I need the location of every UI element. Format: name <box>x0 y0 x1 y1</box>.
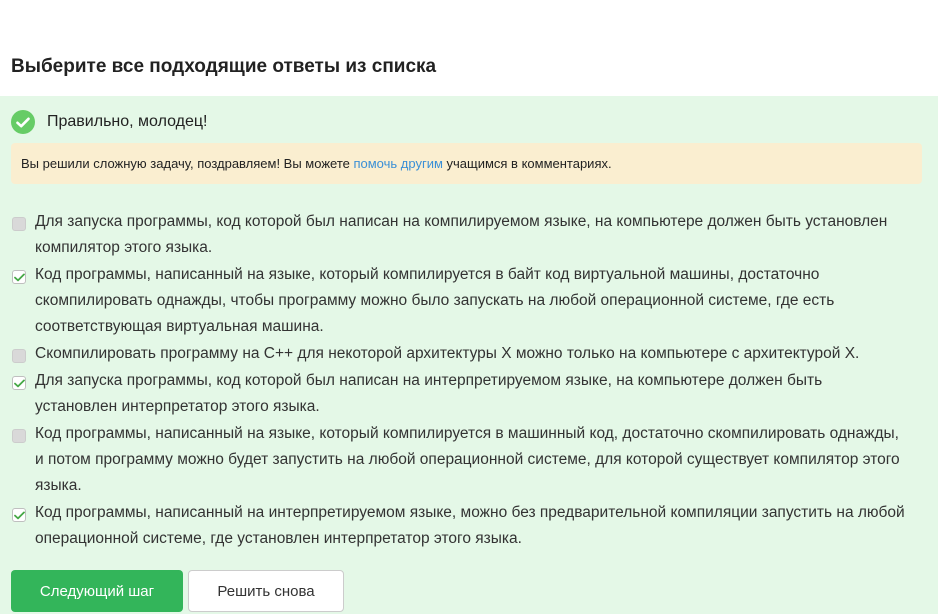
option-item[interactable]: Для запуска программы, код которой был н… <box>11 213 911 261</box>
hint-text-end: учащимся в комментариях. <box>442 156 612 171</box>
option-item[interactable]: Код программы, написанный на языке, кото… <box>11 425 911 499</box>
help-others-link[interactable]: помочь другим <box>353 156 442 171</box>
options-list: Для запуска программы, код которой был н… <box>11 213 911 558</box>
check-circle-icon <box>11 110 35 134</box>
option-text: Для запуска программы, код которой был н… <box>35 213 888 256</box>
checkbox-unchecked[interactable] <box>12 429 26 443</box>
action-buttons: Следующий шаг Решить снова <box>11 570 344 612</box>
next-step-button[interactable]: Следующий шаг <box>11 570 183 612</box>
checkbox-unchecked[interactable] <box>12 217 26 231</box>
option-item[interactable]: Для запуска программы, код которой был н… <box>11 372 911 420</box>
option-item[interactable]: Код программы, написанный на языке, кото… <box>11 266 911 340</box>
checkbox-unchecked[interactable] <box>12 349 26 363</box>
quiz-page: Выберите все подходящие ответы из списка… <box>0 0 938 614</box>
checkmark-icon <box>13 511 25 519</box>
option-text: Код программы, написанный на интерпретир… <box>35 504 905 547</box>
result-panel: Правильно, молодец! Вы решили сложную за… <box>0 96 938 614</box>
checkbox-checked[interactable] <box>12 270 26 284</box>
hint-box: Вы решили сложную задачу, поздравляем! В… <box>11 143 922 184</box>
checkbox-checked[interactable] <box>12 508 26 522</box>
hint-text: Вы решили сложную задачу, поздравляем! В… <box>21 156 354 171</box>
option-text: Код программы, написанный на языке, кото… <box>35 425 900 494</box>
option-item[interactable]: Код программы, написанный на интерпретир… <box>11 504 911 552</box>
checkmark-icon <box>13 273 25 281</box>
checkbox-checked[interactable] <box>12 376 26 390</box>
option-item[interactable]: Скомпилировать программу на C++ для неко… <box>11 345 911 367</box>
retry-button[interactable]: Решить снова <box>188 570 344 612</box>
option-text: Для запуска программы, код которой был н… <box>35 372 823 415</box>
question-title: Выберите все подходящие ответы из списка <box>11 56 437 77</box>
option-text: Скомпилировать программу на C++ для неко… <box>35 345 860 362</box>
feedback-text: Правильно, молодец! <box>47 113 208 130</box>
feedback-row: Правильно, молодец! <box>11 109 207 135</box>
checkmark-icon <box>13 379 25 387</box>
option-text: Код программы, написанный на языке, кото… <box>35 266 835 335</box>
